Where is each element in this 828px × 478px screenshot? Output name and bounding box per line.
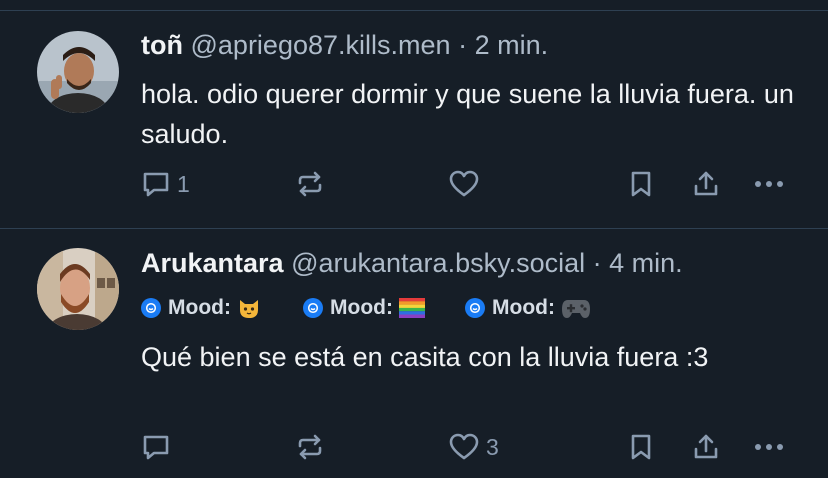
author-name[interactable]: Arukantara xyxy=(141,248,284,278)
author-handle[interactable]: @apriego87.kills.men xyxy=(191,30,451,60)
post-text: Qué bien se está en casita con la lluvia… xyxy=(141,342,709,372)
mood-badge[interactable]: Mood: xyxy=(465,288,591,328)
post-text: hola. odio querer dormir y que suene la … xyxy=(141,79,794,149)
ellipsis-icon xyxy=(755,444,783,450)
post-actions: 3 xyxy=(0,427,828,467)
avatar[interactable] xyxy=(37,248,119,330)
bookmark-icon xyxy=(631,434,651,460)
post-header: toñ @apriego87.kills.men · 2 min. xyxy=(141,28,548,62)
post-time[interactable]: 2 min. xyxy=(475,30,549,60)
mood-badge[interactable]: Mood: xyxy=(141,288,261,328)
more-options-button[interactable] xyxy=(752,164,786,204)
like-button[interactable]: 3 xyxy=(448,427,499,467)
reply-icon xyxy=(143,435,169,460)
post-actions: 1 xyxy=(0,164,828,204)
more-options-button[interactable] xyxy=(752,427,786,467)
like-button[interactable] xyxy=(448,164,486,204)
reply-button[interactable] xyxy=(141,427,177,467)
post-1[interactable]: toñ @apriego87.kills.men · 2 min. hola. … xyxy=(0,0,828,228)
badge-label: Mood: xyxy=(330,296,393,319)
repost-icon xyxy=(298,434,322,460)
bookmark-button[interactable] xyxy=(628,427,654,467)
game-controller-emoji xyxy=(561,297,591,319)
badge-label: Mood: xyxy=(168,296,231,319)
share-button[interactable] xyxy=(691,427,721,467)
separator-dot: · xyxy=(592,248,602,278)
heart-icon xyxy=(449,433,479,460)
author-name[interactable]: toñ xyxy=(141,30,183,60)
share-button[interactable] xyxy=(691,164,721,204)
mood-badge[interactable]: Mood: xyxy=(303,288,425,328)
post-time[interactable]: 4 min. xyxy=(609,248,683,278)
share-icon xyxy=(694,171,718,196)
bluesky-bubble-icon xyxy=(303,298,323,318)
reply-button[interactable]: 1 xyxy=(141,164,190,204)
heart-icon xyxy=(449,170,479,197)
bookmark-icon xyxy=(631,171,651,197)
repost-button[interactable] xyxy=(295,427,325,467)
cat-emoji xyxy=(237,296,261,320)
avatar[interactable] xyxy=(37,31,119,113)
share-icon xyxy=(694,434,718,459)
like-count: 3 xyxy=(486,433,499,460)
post-header: Arukantara @arukantara.bsky.social · 4 m… xyxy=(141,246,683,280)
author-handle[interactable]: @arukantara.bsky.social xyxy=(291,248,585,278)
reply-icon xyxy=(143,172,169,197)
badge-label: Mood: xyxy=(492,296,555,319)
bookmark-button[interactable] xyxy=(628,164,654,204)
reply-count: 1 xyxy=(177,170,190,197)
rainbow-flag-emoji xyxy=(398,298,425,318)
repost-button[interactable] xyxy=(295,164,325,204)
bluesky-bubble-icon xyxy=(465,298,485,318)
ellipsis-icon xyxy=(755,181,783,187)
separator-dot: · xyxy=(458,30,468,60)
repost-icon xyxy=(298,171,322,197)
bluesky-bubble-icon xyxy=(141,298,161,318)
